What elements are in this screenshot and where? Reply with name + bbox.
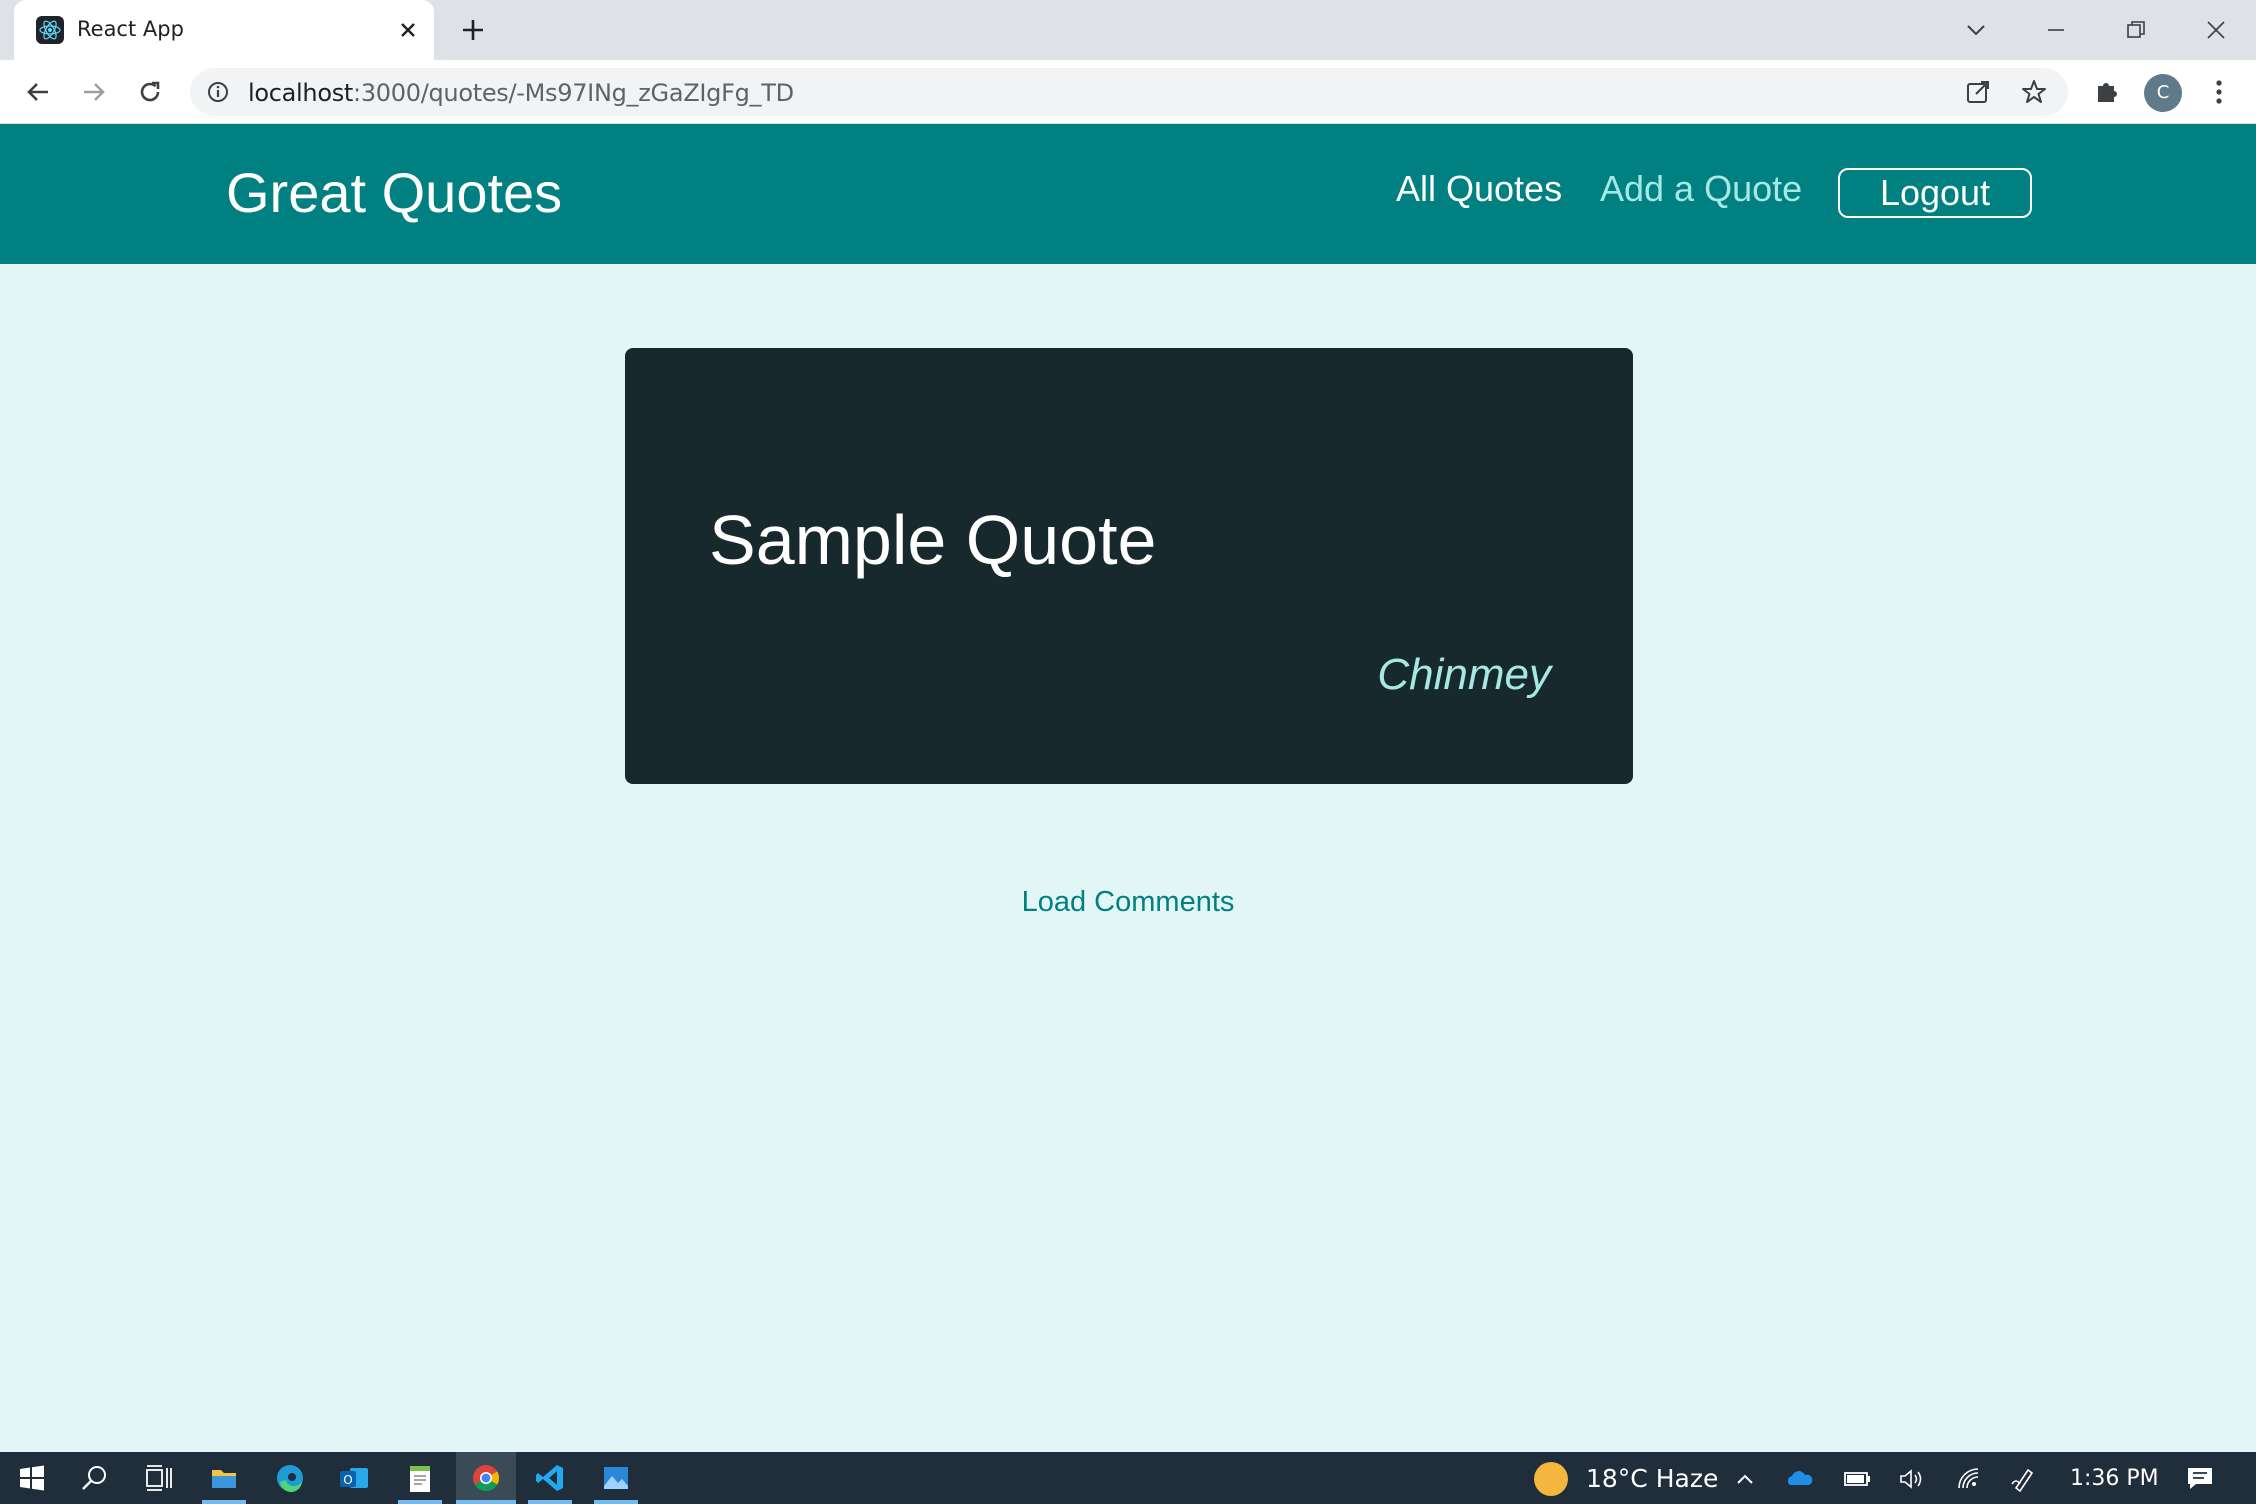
quote-author: Chinmey (1377, 650, 1551, 699)
restore-icon[interactable] (2116, 10, 2156, 50)
back-arrow-icon[interactable] (20, 74, 56, 110)
taskbar-running-indicator (528, 1500, 572, 1504)
url-path: :3000/quotes/-Ms97INg_zGaZIgFg_TD (353, 79, 794, 107)
notepad-icon[interactable] (400, 1458, 440, 1498)
react-favicon-icon (36, 16, 64, 44)
quote-text: Sample Quote (709, 501, 1157, 579)
browser-tabstrip: React App (0, 0, 2256, 60)
wifi-icon[interactable] (1954, 1464, 1984, 1494)
taskbar-active-indicator (456, 1500, 516, 1504)
forward-arrow-icon[interactable] (76, 74, 112, 110)
vscode-icon[interactable] (530, 1458, 570, 1498)
share-icon[interactable] (1964, 78, 1992, 106)
windows-start-icon[interactable] (12, 1458, 52, 1498)
browser-toolbar: localhost:3000/quotes/-Ms97INg_zGaZIgFg_… (0, 60, 2256, 124)
site-info-icon[interactable] (206, 80, 230, 104)
task-view-icon[interactable] (138, 1458, 178, 1498)
tab-title: React App (77, 17, 184, 41)
show-hidden-icons-chevron-icon[interactable] (1730, 1464, 1760, 1494)
quote-card: Sample Quote Chinmey (625, 348, 1633, 784)
notifications-icon[interactable] (2184, 1462, 2216, 1494)
pen-workspace-icon[interactable] (2008, 1464, 2038, 1494)
logout-button[interactable]: Logout (1838, 168, 2032, 218)
browser-menu-icon[interactable] (2204, 74, 2234, 110)
outlook-icon[interactable]: O (334, 1458, 374, 1498)
app-logo[interactable]: Great Quotes (226, 160, 562, 225)
volume-icon[interactable] (1896, 1464, 1926, 1494)
file-explorer-icon[interactable] (204, 1458, 244, 1498)
onedrive-cloud-icon[interactable] (1784, 1464, 1814, 1494)
extensions-puzzle-icon[interactable] (2090, 74, 2124, 108)
windows-taskbar: O 18°C Haze 1:36 PM (0, 1452, 2256, 1504)
browser-tab[interactable]: React App (14, 0, 434, 60)
url-text[interactable]: localhost:3000/quotes/-Ms97INg_zGaZIgFg_… (248, 79, 794, 107)
taskbar-clock[interactable]: 1:36 PM (2070, 1466, 2159, 1491)
load-comments-container: Load Comments (0, 886, 2256, 919)
close-window-icon[interactable] (2196, 10, 2236, 50)
chrome-icon[interactable] (466, 1458, 506, 1498)
tab-search-chevron-icon[interactable] (1956, 10, 1996, 50)
battery-icon[interactable] (1842, 1464, 1872, 1494)
profile-avatar[interactable]: C (2144, 74, 2182, 112)
weather-text[interactable]: 18°C Haze (1586, 1464, 1718, 1493)
new-tab-icon[interactable] (456, 13, 490, 47)
address-bar[interactable]: localhost:3000/quotes/-Ms97INg_zGaZIgFg_… (190, 68, 2068, 116)
weather-haze-icon[interactable] (1534, 1462, 1568, 1496)
app-header: Great Quotes All Quotes Add a Quote Logo… (0, 124, 2256, 264)
bookmark-star-icon[interactable] (2020, 78, 2048, 106)
load-comments-link[interactable]: Load Comments (1022, 886, 1235, 918)
photos-icon[interactable] (596, 1458, 636, 1498)
url-host: localhost (248, 79, 354, 107)
nav-add-quote[interactable]: Add a Quote (1600, 168, 1802, 210)
search-icon[interactable] (74, 1458, 114, 1498)
minimize-icon[interactable] (2036, 10, 2076, 50)
close-tab-icon[interactable] (392, 14, 424, 46)
svg-text:O: O (343, 1473, 352, 1487)
reload-icon[interactable] (132, 74, 168, 110)
edge-browser-icon[interactable] (270, 1458, 310, 1498)
nav-all-quotes[interactable]: All Quotes (1396, 168, 1562, 210)
taskbar-running-indicator (202, 1500, 246, 1504)
taskbar-running-indicator (398, 1500, 442, 1504)
taskbar-running-indicator (594, 1500, 638, 1504)
